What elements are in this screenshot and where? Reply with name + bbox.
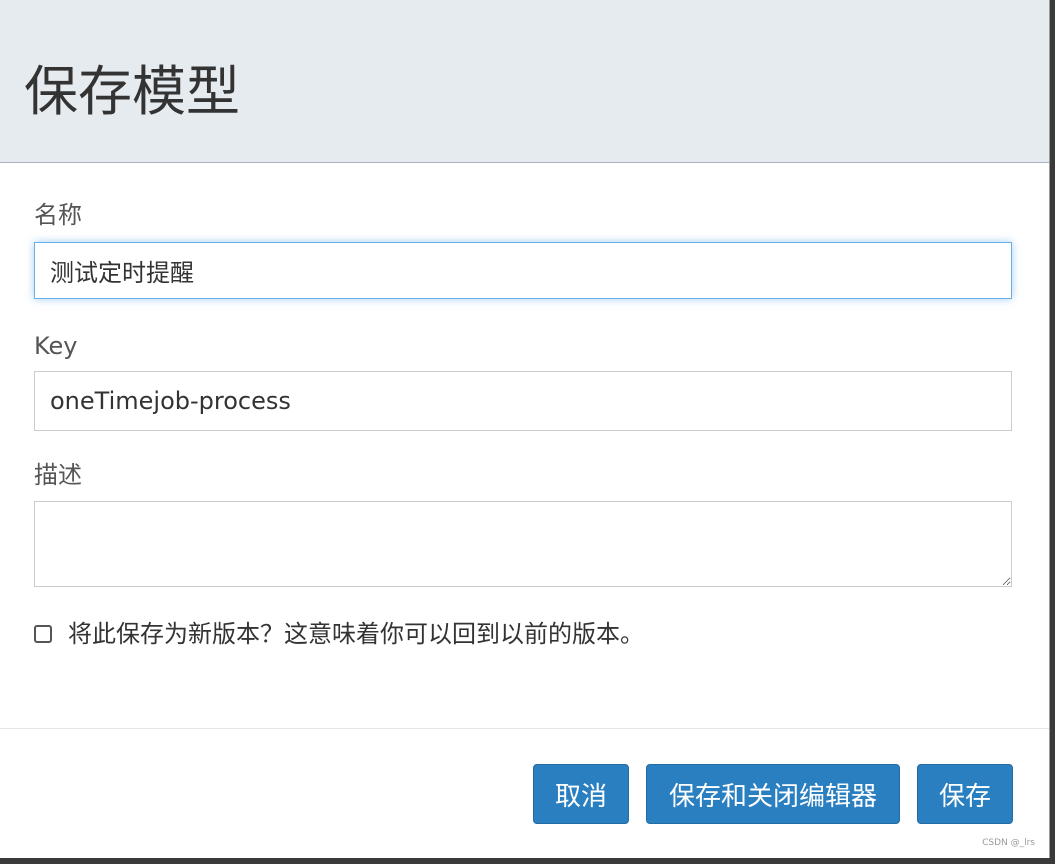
cancel-button[interactable]: 取消	[533, 764, 629, 824]
save-button[interactable]: 保存	[917, 764, 1013, 824]
save-and-close-button[interactable]: 保存和关闭编辑器	[646, 764, 900, 824]
new-version-checkbox[interactable]	[34, 625, 52, 643]
description-textarea[interactable]	[34, 501, 1012, 587]
new-version-option[interactable]: 将此保存为新版本？这意味着你可以回到以前的版本。	[34, 618, 644, 650]
name-label: 名称	[34, 201, 82, 229]
save-model-dialog: 保存模型 名称 Key 描述 将此保存为新版本？这意味着你可以回到以前的版本。 …	[0, 0, 1050, 858]
new-version-label: 将此保存为新版本？这意味着你可以回到以前的版本。	[68, 620, 644, 648]
dialog-title: 保存模型	[24, 60, 240, 123]
key-input[interactable]	[34, 371, 1012, 431]
watermark: CSDN @_lrs	[982, 838, 1035, 848]
key-label: Key	[34, 332, 78, 360]
name-input[interactable]	[34, 242, 1012, 299]
footer-divider	[0, 728, 1049, 729]
description-label: 描述	[34, 461, 82, 489]
dialog-header: 保存模型	[0, 0, 1049, 163]
